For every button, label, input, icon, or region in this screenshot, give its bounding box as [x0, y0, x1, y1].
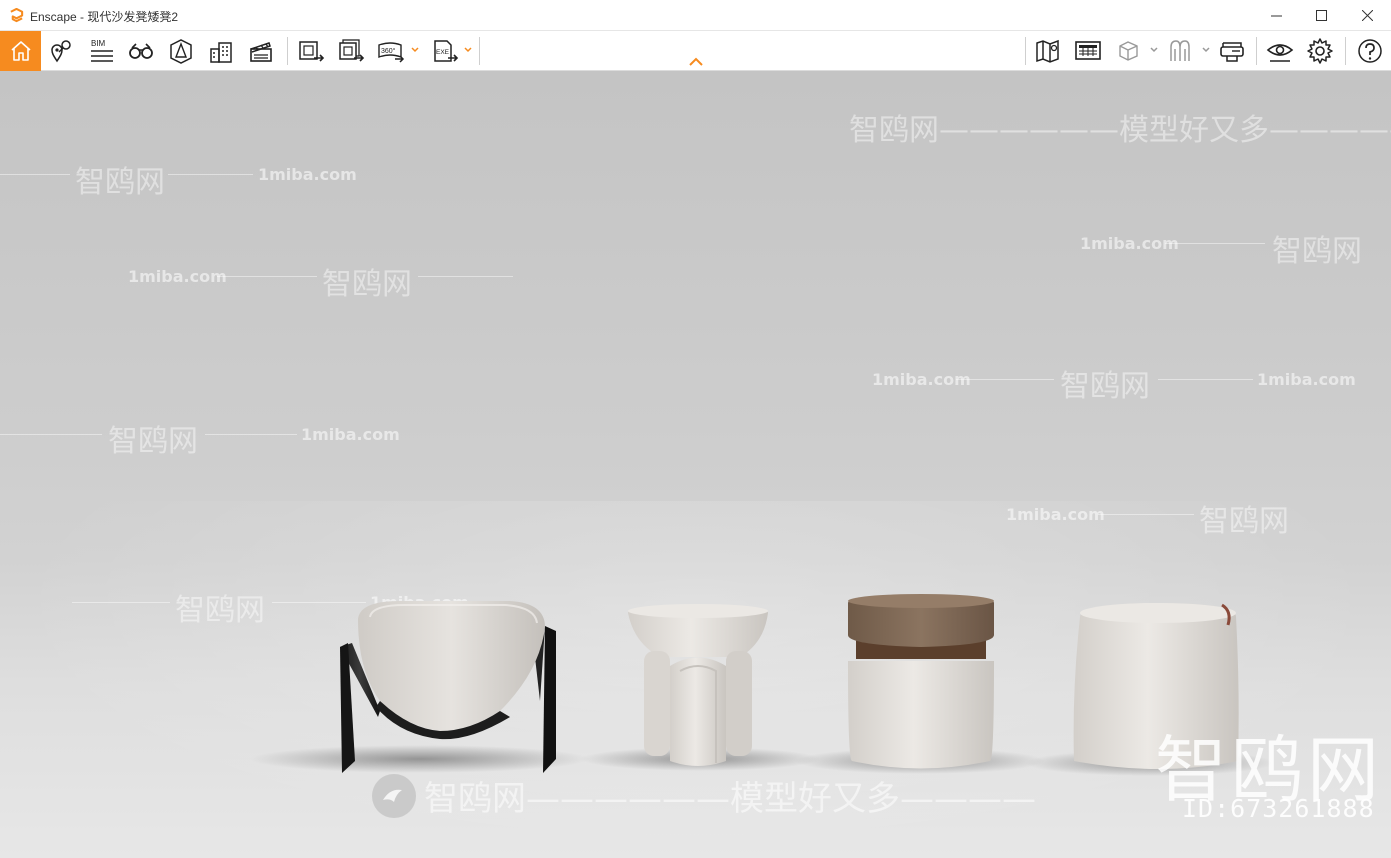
orthographic-button[interactable] — [164, 34, 198, 68]
exe-export-button[interactable]: EXE — [428, 34, 462, 68]
bim-list-icon: BIM — [91, 39, 113, 62]
exe-label: EXE — [436, 49, 450, 56]
binoculars-button[interactable] — [124, 34, 158, 68]
minimize-button[interactable] — [1253, 0, 1299, 31]
presentation-icon — [1075, 41, 1101, 60]
clapperboard-icon — [250, 42, 272, 62]
help-icon — [1358, 39, 1382, 63]
batch-export-icon — [339, 39, 365, 62]
vr-headset-icon — [1220, 42, 1244, 62]
visual-settings-button[interactable] — [1263, 34, 1297, 68]
location-pin-icon — [51, 40, 71, 63]
exe-export-icon: EXE — [434, 40, 459, 62]
bim-button[interactable]: BIM — [84, 34, 118, 68]
chevron-down-icon — [464, 47, 472, 53]
home-button[interactable] — [0, 31, 41, 71]
title-bar: Enscape - 现代沙发凳矮凳2 — [0, 0, 1391, 31]
panorama-button[interactable]: 360° — [374, 34, 408, 68]
map-icon — [1036, 39, 1059, 63]
minimize-icon — [1270, 15, 1282, 17]
bird-icon — [383, 789, 402, 802]
enscape-logo-icon — [10, 8, 24, 23]
toolbar-separator — [1256, 37, 1257, 65]
stool-shadow — [250, 745, 590, 773]
toolbar-separator — [1345, 37, 1346, 65]
perspective-icon — [170, 39, 192, 64]
vr-headset-button[interactable] — [1215, 34, 1249, 68]
exe-export-dropdown[interactable] — [463, 45, 473, 55]
buildings-icon — [210, 42, 232, 63]
export-image-button[interactable] — [294, 34, 328, 68]
toolbar: BIM 360° EXE — [0, 31, 1391, 71]
cube-dropdown[interactable] — [1149, 45, 1159, 55]
cube-button[interactable] — [1111, 34, 1145, 68]
watermark-model-id: ID:673261888 — [1182, 794, 1375, 823]
video-editor-button[interactable] — [244, 34, 278, 68]
toolbar-separator — [287, 37, 288, 65]
map-button[interactable] — [1031, 34, 1065, 68]
window-title: Enscape - 现代沙发凳矮凳2 — [30, 10, 179, 24]
batch-export-button[interactable] — [334, 34, 368, 68]
gear-icon — [1307, 38, 1333, 64]
watermark-logo-icon — [372, 773, 416, 818]
bim-label: BIM — [91, 39, 106, 48]
presentation-button[interactable] — [1071, 34, 1105, 68]
panorama-360-icon: 360° — [378, 42, 405, 63]
chevron-down-icon — [1150, 47, 1158, 53]
eye-icon — [1266, 44, 1294, 62]
collapse-toolbar-button[interactable] — [686, 55, 706, 69]
buildings-button[interactable] — [204, 34, 238, 68]
chevron-up-icon — [689, 57, 703, 66]
maximize-icon — [1315, 10, 1327, 21]
home-icon — [10, 41, 31, 61]
panorama-label: 360° — [381, 47, 396, 55]
render-viewport[interactable]: 智鸥网——————模型好又多—————— 智鸥网 1miba.com 1miba… — [0, 71, 1391, 858]
views-button[interactable] — [44, 34, 78, 68]
panorama-dropdown[interactable] — [410, 45, 420, 55]
watermark-bottom-text: 智鸥网——————模型好又多———— — [424, 779, 1036, 819]
asset-library-button[interactable] — [1163, 34, 1197, 68]
binoculars-icon — [129, 43, 153, 59]
chevron-down-icon — [1202, 47, 1210, 53]
settings-button[interactable] — [1303, 34, 1337, 68]
export-image-icon — [299, 41, 325, 62]
stool-leather-top-round — [848, 594, 994, 769]
toolbar-separator — [1025, 37, 1026, 65]
maximize-button[interactable] — [1298, 0, 1344, 31]
close-button[interactable] — [1344, 0, 1390, 31]
asset-library-dropdown[interactable] — [1201, 45, 1211, 55]
chevron-down-icon — [411, 47, 419, 53]
cube-icon — [1119, 41, 1138, 61]
close-icon — [1361, 10, 1373, 21]
stool-sculptural-stone — [628, 604, 768, 766]
help-button[interactable] — [1353, 34, 1387, 68]
watermark-bottom-banner: 智鸥网——————模型好又多———— — [372, 771, 1036, 820]
asset-library-icon — [1170, 40, 1190, 61]
toolbar-separator — [479, 37, 480, 65]
